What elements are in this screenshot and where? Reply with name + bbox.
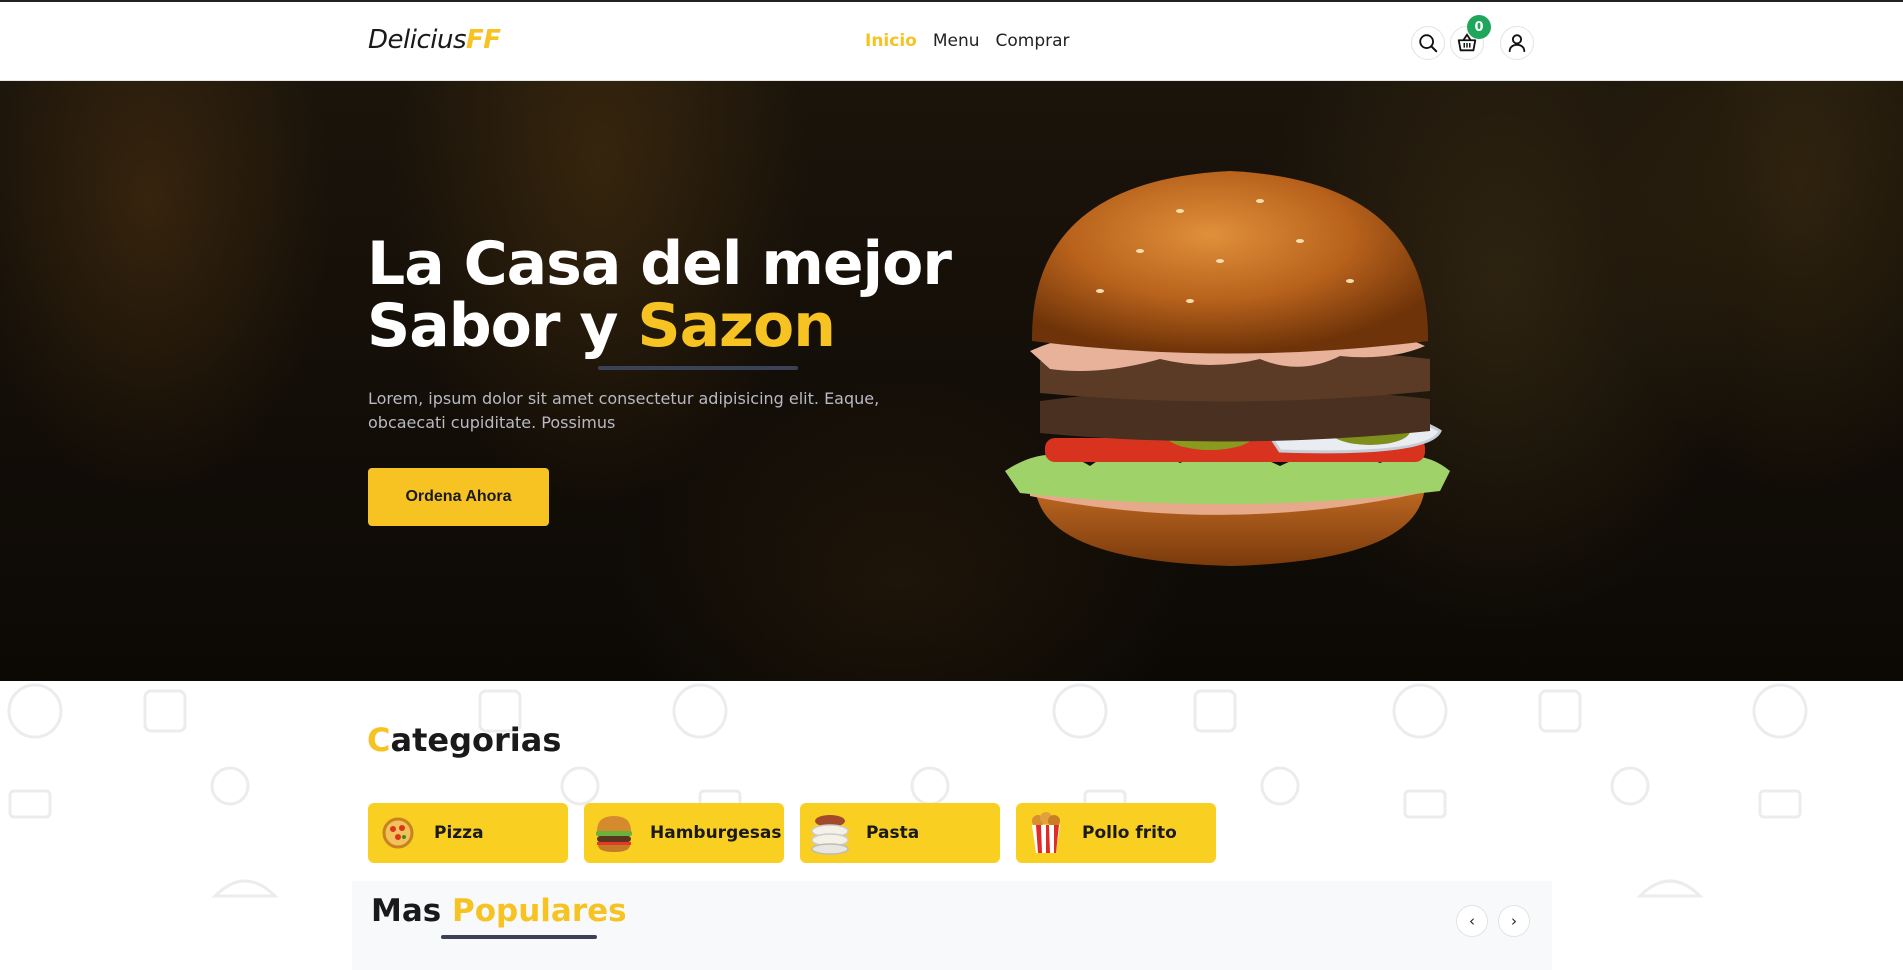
hero-title-line2: Sabor y Sazon <box>367 295 951 357</box>
category-pizza[interactable]: Pizza <box>368 803 568 863</box>
cart-count-badge: 0 <box>1467 15 1491 39</box>
category-list: Pizza Hamburgesas Pasta Pollo frito <box>368 803 1216 863</box>
hero-title-highlight: Sazon <box>637 291 836 361</box>
fried-chicken-icon <box>1024 811 1068 855</box>
category-label: Pollo frito <box>1082 823 1177 843</box>
order-now-button[interactable]: Ordena Ahora <box>368 468 549 526</box>
categories-title: Categorias <box>367 721 561 759</box>
hero-title: La Casa del mejor Sabor y Sazon <box>367 229 952 357</box>
hero-title-underline <box>598 366 798 370</box>
nav-item-comprar[interactable]: Comprar <box>996 31 1070 51</box>
search-button[interactable] <box>1411 26 1445 60</box>
user-icon <box>1508 34 1526 53</box>
chevron-left-icon: ‹ <box>1469 912 1475 930</box>
nav-item-inicio[interactable]: Inicio <box>865 31 917 51</box>
category-label: Pasta <box>866 823 920 843</box>
categories-section: Categorias Pizza Hamburgesas Pasta Pollo… <box>0 681 1903 970</box>
carousel-next-button[interactable]: › <box>1498 905 1530 937</box>
site-header: DeliciusFF Inicio Menu Comprar 0 <box>0 2 1903 81</box>
popular-title-start: Mas <box>371 893 453 929</box>
category-label: Hamburgesas <box>650 823 782 843</box>
logo-accent-text: FF <box>466 25 501 55</box>
category-label: Pizza <box>434 823 484 843</box>
pizza-icon <box>376 811 420 855</box>
category-hamburgesas[interactable]: Hamburgesas <box>584 803 784 863</box>
category-pasta[interactable]: Pasta <box>800 803 1000 863</box>
burger-icon <box>592 811 636 855</box>
logo-main-text: Delicius <box>368 25 467 55</box>
carousel-prev-button[interactable]: ‹ <box>1456 905 1488 937</box>
chevron-right-icon: › <box>1511 912 1517 930</box>
categories-title-rest: ategorias <box>390 721 562 759</box>
popular-title: Mas Populares <box>371 893 627 929</box>
burger-image <box>1005 171 1450 566</box>
hero-description: Lorem, ipsum dolor sit amet consectetur … <box>368 389 880 432</box>
hero-title-line2-start: Sabor y <box>367 291 638 361</box>
popular-title-highlight: Populares <box>452 893 627 929</box>
pasta-icon <box>808 811 852 855</box>
user-button[interactable] <box>1500 26 1534 60</box>
hero-banner: La Casa del mejor Sabor y Sazon Lorem, i… <box>0 81 1903 681</box>
popular-title-underline <box>441 935 597 939</box>
hero-title-line1: La Casa del mejor <box>367 229 952 299</box>
category-pollo-frito[interactable]: Pollo frito <box>1016 803 1216 863</box>
search-icon <box>1419 34 1438 53</box>
site-logo[interactable]: DeliciusFF <box>368 25 501 55</box>
main-nav: Inicio Menu Comprar <box>865 31 1070 51</box>
popular-section: Mas Populares ‹ › <box>352 881 1552 970</box>
nav-item-menu[interactable]: Menu <box>933 31 980 51</box>
categories-title-first-letter: C <box>367 721 391 759</box>
